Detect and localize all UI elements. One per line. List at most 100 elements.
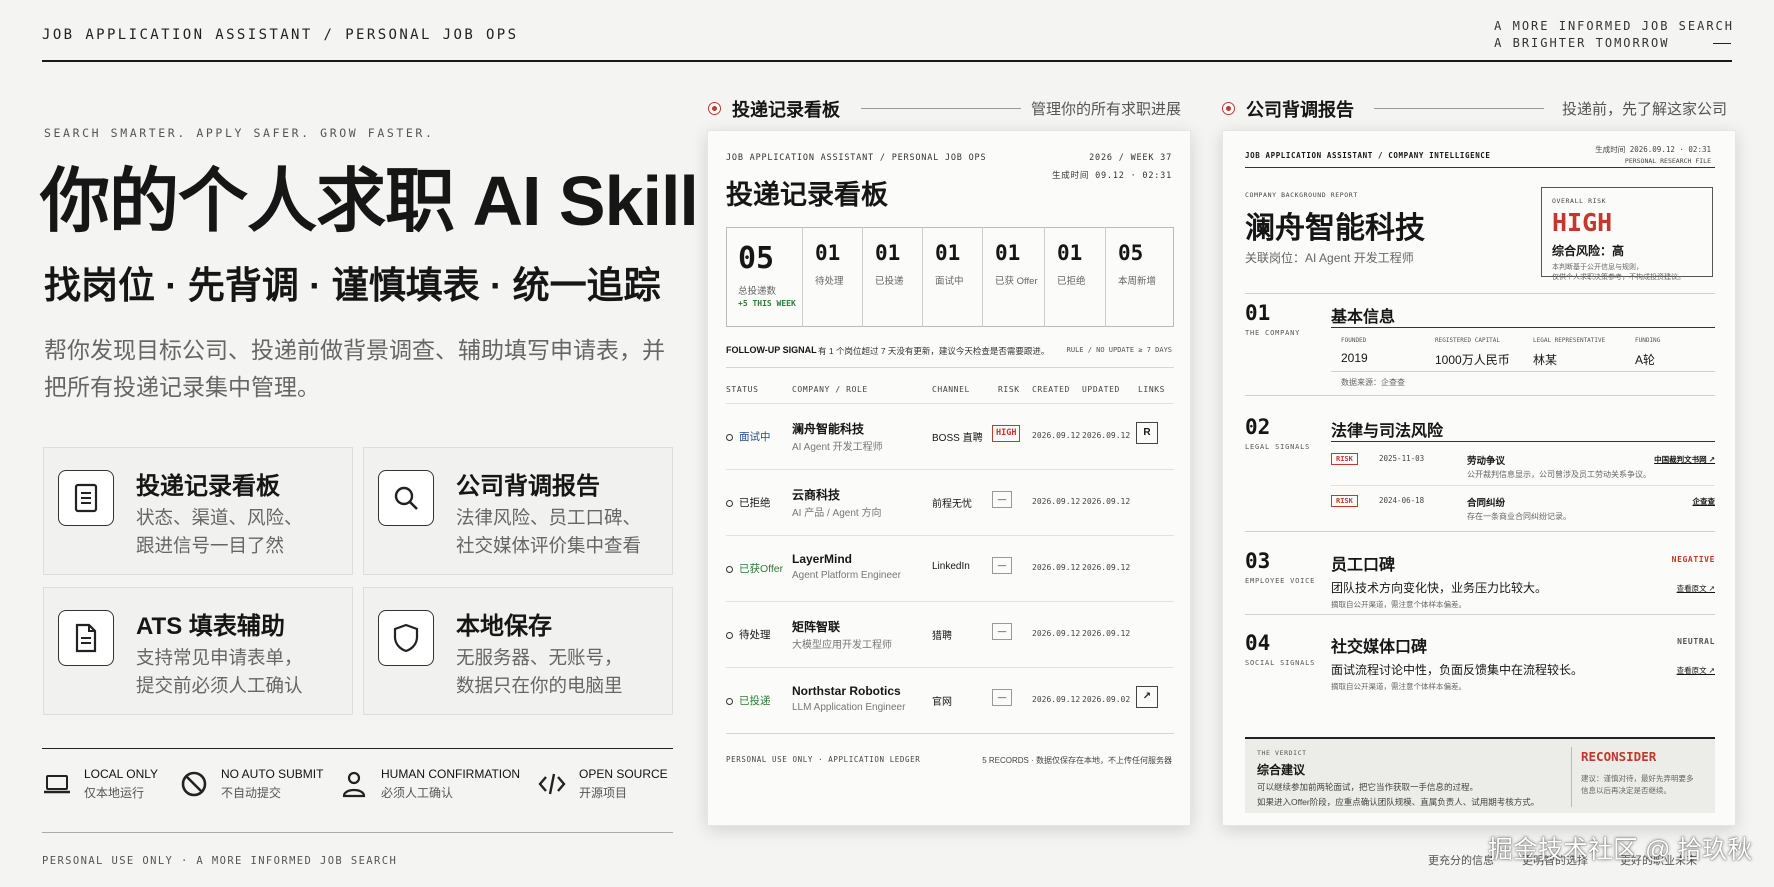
table-row[interactable]: 已获Offer LayerMind Agent Platform Enginee… [726, 535, 1174, 601]
verdict-box: THE VERDICT 综合建议 可以继续参加前两轮面试，把它当作获取一手信息的… [1245, 737, 1715, 813]
badge-sub: 仅本地运行 [84, 786, 145, 800]
overall-risk-value: HIGH [1552, 208, 1613, 237]
panel-header-board: 投递记录看板 管理你的所有求职进展 [708, 94, 1188, 122]
doc-generated: 生成时间 09.12 · 02:31 [1051, 171, 1172, 181]
view-source-link[interactable]: 查看原文 ↗ [1677, 665, 1715, 676]
report-role: 关联岗位：AI Agent 开发工程师 [1245, 251, 1414, 265]
row-risk-badge: — [992, 491, 1012, 508]
feature-card-ats: ATS 填表辅助 支持常见申请表单， 提交前必须人工确认 [43, 587, 353, 715]
section-title: 社交媒体口碑 [1331, 639, 1428, 656]
row-created: 2026.09.12 [1032, 497, 1081, 506]
row-role: LLM Application Engineer [792, 702, 906, 713]
tone-badge: NEGATIVE [1671, 555, 1715, 564]
stat-offer: 01 已获 Offer [983, 227, 1045, 327]
report-brand: JOB APPLICATION ASSISTANT / COMPANY INTE… [1245, 151, 1491, 160]
tone-badge: NEUTRAL [1677, 637, 1715, 646]
row-company: 矩阵智联 [792, 620, 841, 634]
badge-sub: 必须人工确认 [381, 786, 454, 800]
doc-footer-right: 5 RECORDS · 数据仅保存在本地，不上传任何服务器 [982, 756, 1172, 765]
feature-title: 投递记录看板 [136, 473, 280, 500]
feature-desc: 支持常见申请表单， 提交前必须人工确认 [136, 647, 303, 696]
section-title: 员工口碑 [1331, 557, 1396, 574]
search-icon [378, 470, 434, 526]
tagline-line-1: A MORE INFORMED JOB SEARCH [1494, 19, 1734, 33]
stat-pending: 01 待处理 [803, 227, 863, 327]
section-legal-risk: 02 LEGAL SIGNALS 法律与司法风险 RISK 2025-11-03… [1245, 415, 1716, 521]
row-updated: 2026.09.02 [1082, 695, 1131, 704]
brand-header: JOB APPLICATION ASSISTANT / PERSONAL JOB… [42, 27, 519, 43]
panel-header-report: 公司背调报告 投递前，先了解这家公司 [1222, 94, 1734, 122]
row-status: 待处理 [726, 627, 771, 642]
stat-rejected: 01 已拒绝 [1045, 227, 1106, 327]
doc-brand: JOB APPLICATION ASSISTANT / PERSONAL JOB… [726, 153, 987, 163]
table-row[interactable]: 已拒绝 云商科技 AI 产品 / Agent 方向 前程无忧 — 2026.09… [726, 469, 1174, 535]
row-company: 云商科技 [792, 488, 841, 502]
row-created: 2026.09.12 [1032, 695, 1081, 704]
header-divider [42, 60, 1732, 62]
hero-subtitle: 找岗位 · 先背调 · 谨慎填表 · 统一追踪 [44, 265, 661, 306]
row-role: AI Agent 开发工程师 [792, 442, 883, 453]
table-row[interactable]: 面试中 澜舟智能科技 AI Agent 开发工程师 BOSS 直聘 HIGH 2… [726, 403, 1174, 469]
col-company: COMPANY / ROLE [792, 385, 868, 394]
record-dot-icon [1222, 102, 1235, 115]
footer-divider [42, 832, 673, 833]
feature-card-report: 公司背调报告 法律风险、员工口碑、 社交媒体评价集中查看 [363, 447, 673, 575]
row-updated: 2026.09.12 [1082, 431, 1131, 440]
row-updated: 2026.09.12 [1082, 563, 1131, 572]
row-report-link[interactable]: R [1136, 422, 1158, 444]
company-report-document: JOB APPLICATION ASSISTANT / COMPANY INTE… [1222, 130, 1736, 826]
hero-eyebrow: SEARCH SMARTER. APPLY SAFER. GROW FASTER… [44, 126, 435, 140]
row-risk-badge: — [992, 623, 1012, 640]
signal-label: FOLLOW-UP SIGNAL [726, 345, 817, 355]
watermark: 掘金技术社区 @ 拾玖秋 [1488, 836, 1753, 864]
table-row[interactable]: 待处理 矩阵智联 大模型应用开发工程师 猎聘 — 2026.09.12 2026… [726, 601, 1174, 667]
panel-title: 投递记录看板 [732, 100, 840, 120]
row-channel: LinkedIn [932, 561, 970, 572]
no-entry-icon [181, 771, 207, 797]
row-status: 已获Offer [726, 561, 783, 576]
feature-title: 公司背调报告 [456, 473, 600, 500]
report-generated: 生成时间 2026.09.12 · 02:31 [1595, 145, 1711, 154]
legal-source-link[interactable]: 中国裁判文书网 ↗ [1654, 454, 1715, 465]
col-created: CREATED [1032, 385, 1070, 394]
shield-icon [378, 610, 434, 666]
col-updated: UPDATED [1082, 385, 1120, 394]
badge-sub: 不自动提交 [221, 786, 282, 800]
hero-title: 你的个人求职 AI Skill [40, 162, 699, 240]
risk-tag: RISK [1331, 453, 1358, 465]
view-source-link[interactable]: 查看原文 ↗ [1677, 583, 1715, 594]
laptop-icon [44, 775, 70, 794]
report-file: PERSONAL RESEARCH FILE [1624, 157, 1711, 165]
row-company: 澜舟智能科技 [792, 422, 865, 436]
row-channel: 官网 [932, 697, 952, 708]
col-links: LINKS [1138, 385, 1166, 394]
col-channel: CHANNEL [932, 385, 970, 394]
row-external-link[interactable]: ↗ [1136, 686, 1158, 708]
row-status: 已拒绝 [726, 495, 771, 510]
row-updated: 2026.09.12 [1082, 629, 1131, 638]
legal-source-link[interactable]: 企查查 [1693, 496, 1716, 507]
badges-divider [42, 748, 673, 749]
footer-slogan-1: 更充分的信息 [1428, 855, 1494, 867]
application-board-document: JOB APPLICATION ASSISTANT / PERSONAL JOB… [707, 130, 1191, 826]
overall-risk-box: OVERALL RISK HIGH 综合风险：高 本判断基于公开信息与规则， 仅… [1541, 187, 1713, 281]
report-eyebrow: COMPANY BACKGROUND REPORT [1245, 191, 1358, 199]
row-status: 已投递 [726, 693, 771, 708]
row-role: 大模型应用开发工程师 [792, 640, 892, 651]
list-document-icon [58, 470, 114, 526]
person-icon [342, 771, 366, 798]
feature-desc: 法律风险、员工口碑、 社交媒体评价集中查看 [456, 507, 642, 556]
signal-rule: RULE / NO UPDATE ≥ 7 DAYS [1066, 346, 1172, 354]
doc-title: 投递记录看板 [726, 180, 888, 210]
feature-title: ATS 填表辅助 [136, 613, 285, 640]
section-basic-info: 01 THE COMPANY 基本信息 FOUNDED 2019 REGISTE… [1245, 301, 1715, 401]
stat-interview: 01 面试中 [923, 227, 983, 327]
col-status: STATUS [726, 385, 759, 394]
header-tagline: A MORE INFORMED JOB SEARCH A BRIGHTER TO… [1494, 18, 1734, 52]
row-role: AI 产品 / Agent 方向 [792, 508, 882, 519]
code-icon [538, 773, 566, 795]
row-created: 2026.09.12 [1032, 629, 1081, 638]
table-row[interactable]: 已投递 Northstar Robotics LLM Application E… [726, 667, 1174, 733]
section-social-signals: 04 SOCIAL SIGNALS 社交媒体口碑 NEUTRAL 面试流程讨论中… [1245, 631, 1715, 691]
tagline-line-2: A BRIGHTER TOMORROW [1494, 36, 1670, 50]
